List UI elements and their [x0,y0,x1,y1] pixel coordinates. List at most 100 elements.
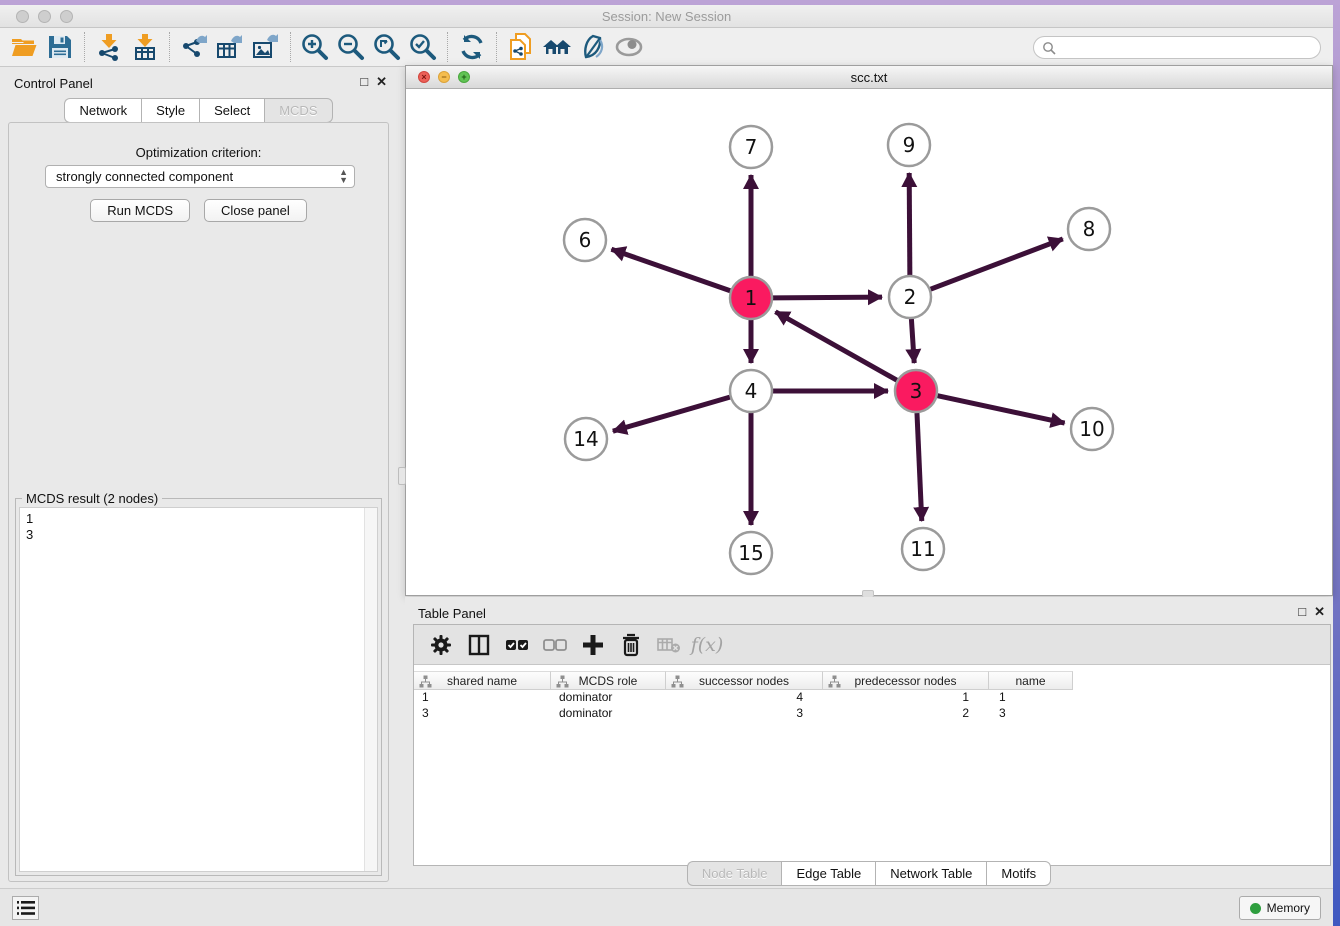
tab-mcds[interactable]: MCDS [264,98,332,123]
tab-network-table[interactable]: Network Table [875,861,986,886]
memory-status-dot [1250,903,1261,914]
edge-1-6[interactable] [611,249,730,291]
edge-2-3[interactable] [911,319,914,363]
tab-network[interactable]: Network [64,98,141,123]
edge-3-10[interactable] [938,396,1065,423]
column-header-successor-nodes[interactable]: successor nodes [666,671,823,690]
close-panel-button[interactable]: Close panel [204,199,307,222]
import-table-icon[interactable] [127,30,163,64]
vertical-splitter-handle[interactable] [398,467,406,485]
table-panel-float-button[interactable]: □ [1298,604,1306,620]
table-panel: Table Panel □ ✕ [405,597,1333,888]
edge-3-1[interactable] [775,312,896,380]
cell-name: 3 [989,706,1073,722]
application-window: Session: New Session [0,5,1333,926]
edge-3-11[interactable] [917,413,922,521]
control-panel-float-button[interactable]: □ [360,74,368,90]
edge-4-14[interactable] [613,397,730,431]
zoom-in-icon[interactable] [297,30,333,64]
node-label-7: 7 [745,135,758,159]
node-table-container: f(x) shared name MCDS role successor nod… [413,624,1331,866]
node-label-14: 14 [573,427,598,451]
tab-select[interactable]: Select [199,98,264,123]
memory-button[interactable]: Memory [1239,896,1321,920]
apply-layout-icon[interactable] [454,30,490,64]
status-bar: Memory [0,888,1333,926]
create-column-icon[interactable] [576,629,610,661]
node-label-6: 6 [579,228,592,252]
list-icon [17,900,35,916]
network-window-titlebar: × − + scc.txt [406,66,1332,89]
table-row[interactable]: 3 dominator 3 2 3 [414,706,1330,722]
main-toolbar [0,28,1333,67]
tab-style[interactable]: Style [141,98,199,123]
task-history-button[interactable] [12,896,39,920]
node-label-3: 3 [910,379,923,403]
home-icon[interactable] [539,30,575,64]
show-column-panel-icon[interactable] [462,629,496,661]
show-eye-icon[interactable] [611,30,647,64]
tab-edge-table[interactable]: Edge Table [781,861,875,886]
delete-column-icon[interactable] [614,629,648,661]
cell-successor-nodes: 4 [666,690,823,706]
column-header-shared-name[interactable]: shared name [414,671,551,690]
optimization-criterion-label: Optimization criterion: [9,145,388,160]
mcds-result-list[interactable]: 1 3 [19,507,378,872]
mcds-result-group: MCDS result (2 nodes) 1 3 [15,498,382,876]
column-type-icon [419,675,432,688]
column-type-icon [556,675,569,688]
edge-1-2[interactable] [773,297,882,298]
cell-predecessor-nodes: 2 [823,706,989,722]
network-canvas[interactable]: 7968124314101511 [406,89,1332,595]
node-label-8: 8 [1083,217,1096,241]
function-builder-icon: f(x) [690,629,724,661]
hide-details-icon[interactable] [575,30,611,64]
title-bar: Session: New Session [0,5,1333,28]
result-scrollbar[interactable] [364,508,377,871]
table-panel-close-button[interactable]: ✕ [1314,604,1325,620]
export-image-icon[interactable] [248,30,284,64]
select-all-icon[interactable] [500,629,534,661]
network-view-window: × − + scc.txt 7968124314101511 [405,65,1333,596]
zoom-selected-icon[interactable] [405,30,441,64]
window-title: Session: New Session [0,9,1333,24]
column-header-name[interactable]: name [989,671,1073,690]
control-panel-close-button[interactable]: ✕ [376,74,387,90]
mcds-result-title: MCDS result (2 nodes) [22,491,162,506]
column-header-predecessor-nodes[interactable]: predecessor nodes [823,671,989,690]
edge-2-8[interactable] [931,239,1063,289]
tab-node-table[interactable]: Node Table [687,861,782,886]
select-stepper-icon: ▲▼ [339,168,348,184]
table-settings-gear-icon[interactable] [424,629,458,661]
zoom-out-icon[interactable] [333,30,369,64]
zoom-fit-icon[interactable] [369,30,405,64]
result-item: 1 [26,511,377,527]
search-input[interactable] [1061,41,1320,55]
table-toolbar: f(x) [414,625,1330,665]
edge-2-9[interactable] [909,173,910,275]
export-table-icon[interactable] [212,30,248,64]
unselect-all-icon[interactable] [538,629,572,661]
network-title: scc.txt [406,70,1332,85]
column-type-icon [671,675,684,688]
column-header-mcds-role[interactable]: MCDS role [551,671,666,690]
open-session-icon[interactable] [6,30,42,64]
import-network-icon[interactable] [91,30,127,64]
cell-predecessor-nodes: 1 [823,690,989,706]
export-network-icon[interactable] [176,30,212,64]
column-type-icon [828,675,841,688]
table-row[interactable]: 1 dominator 4 1 1 [414,690,1330,706]
table-body: 1 dominator 4 1 1 3 dominator 3 2 3 [414,690,1330,722]
result-item: 3 [26,527,377,543]
run-mcds-button[interactable]: Run MCDS [90,199,190,222]
clone-network-icon[interactable] [503,30,539,64]
node-label-4: 4 [745,379,758,403]
node-label-1: 1 [745,286,758,310]
tab-motifs[interactable]: Motifs [986,861,1051,886]
search-box[interactable] [1033,36,1321,59]
cell-name: 1 [989,690,1073,706]
save-session-icon[interactable] [42,30,78,64]
cell-shared-name: 3 [414,706,551,722]
cell-mcds-role: dominator [551,706,666,722]
criterion-select[interactable]: strongly connected component ▲▼ [45,165,355,188]
